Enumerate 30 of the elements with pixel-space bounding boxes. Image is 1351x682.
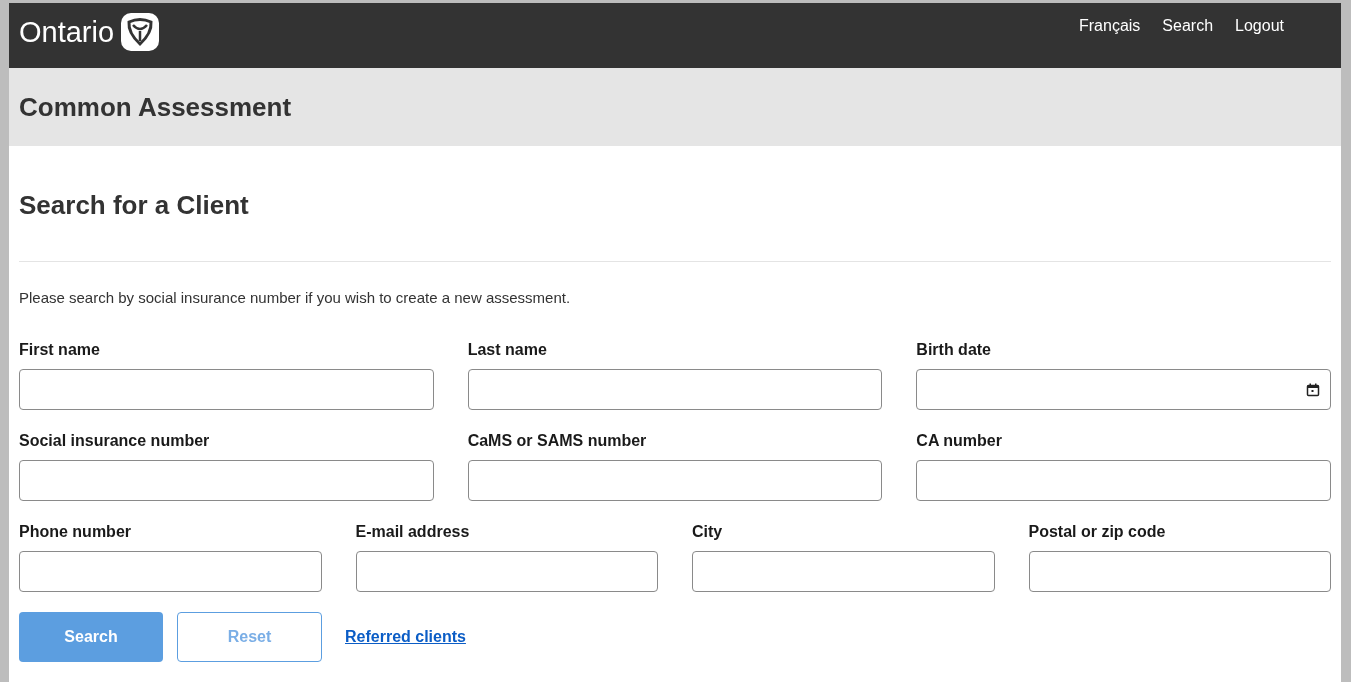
input-field[interactable] xyxy=(355,551,658,592)
logo-wordmark: Ontario xyxy=(19,15,115,50)
page-title: Search for a Client xyxy=(19,190,250,220)
field-label: E-mail address xyxy=(355,522,471,542)
input-field[interactable] xyxy=(467,460,883,501)
input-field[interactable] xyxy=(19,551,322,592)
field-label: Social insurance number xyxy=(19,431,211,451)
input-field[interactable] xyxy=(19,460,434,501)
field-label: City xyxy=(692,522,724,542)
header-link[interactable]: Français xyxy=(1079,17,1141,35)
input-field[interactable] xyxy=(916,460,1331,501)
trillium-logo-icon xyxy=(121,13,160,51)
header-link[interactable]: Logout xyxy=(1235,17,1284,35)
input-field[interactable] xyxy=(692,551,995,592)
input-field[interactable] xyxy=(467,369,883,410)
app-title: Common Assessment xyxy=(19,92,292,122)
instructions-text: Please search by social insurance number if you wish to create a new assessment. xyxy=(19,288,572,308)
field-label: Postal or zip code xyxy=(1028,522,1167,542)
field-label: Phone number xyxy=(19,522,132,542)
input-field[interactable] xyxy=(19,369,434,410)
input-field[interactable] xyxy=(1028,551,1331,592)
header-link[interactable]: Search xyxy=(1162,17,1214,35)
field-label: First name xyxy=(19,340,101,360)
field-label: CaMS or SAMS number xyxy=(467,431,648,451)
field-label: CA number xyxy=(916,431,1003,451)
calendar-icon xyxy=(1306,382,1320,397)
date-field[interactable] xyxy=(916,369,1331,410)
field-label: Birth date xyxy=(916,340,992,360)
field-label: Last name xyxy=(467,340,548,360)
referred-clients-link[interactable]: Referred clients xyxy=(345,628,466,645)
